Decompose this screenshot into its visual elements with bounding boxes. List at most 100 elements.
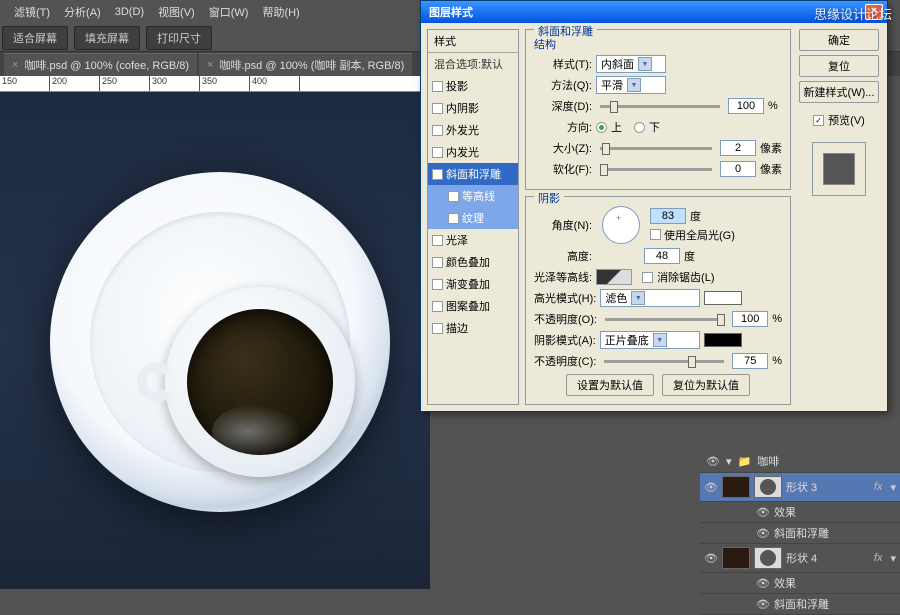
liquid-reflection bbox=[212, 404, 302, 459]
menu-view[interactable]: 视图(V) bbox=[152, 1, 201, 23]
checkbox-icon[interactable] bbox=[432, 279, 443, 290]
print-size-button[interactable]: 打印尺寸 bbox=[146, 26, 212, 50]
tab-document-1[interactable]: ×咖啡.psd @ 100% (cofee, RGB/8) bbox=[4, 53, 197, 76]
angle-dial[interactable] bbox=[602, 206, 640, 244]
style-color-overlay[interactable]: 颜色叠加 bbox=[428, 251, 518, 273]
layer-row-shape4[interactable]: 👁 形状 4 fx▾ bbox=[700, 544, 900, 573]
soften-input[interactable] bbox=[720, 161, 756, 177]
depth-label: 深度(D): bbox=[534, 98, 592, 114]
set-default-button[interactable]: 设置为默认值 bbox=[566, 374, 654, 396]
bevel-style-select[interactable]: 内斜面▼ bbox=[596, 55, 666, 73]
style-satin[interactable]: 光泽 bbox=[428, 229, 518, 251]
checkbox-icon[interactable] bbox=[432, 103, 443, 114]
coffee-cup-shape bbox=[165, 287, 355, 477]
checkbox-icon[interactable] bbox=[432, 257, 443, 268]
highlight-opacity-input[interactable] bbox=[732, 311, 768, 327]
chevron-down-icon[interactable]: ▾ bbox=[890, 481, 896, 494]
checkbox-icon[interactable] bbox=[432, 147, 443, 158]
layer-folder[interactable]: 👁 ▾ 📁 咖啡 bbox=[700, 450, 900, 473]
size-label: 大小(Z): bbox=[534, 140, 592, 156]
checkbox-icon[interactable] bbox=[432, 81, 443, 92]
effect-row[interactable]: 👁效果 bbox=[700, 502, 900, 523]
checkbox-icon[interactable] bbox=[448, 191, 459, 202]
chevron-down-icon[interactable]: ▾ bbox=[726, 455, 732, 468]
soften-slider[interactable] bbox=[600, 168, 712, 171]
checkbox-icon[interactable] bbox=[432, 125, 443, 136]
visibility-icon[interactable]: 👁 bbox=[756, 506, 770, 519]
checkbox-icon[interactable] bbox=[432, 323, 443, 334]
visibility-icon[interactable]: 👁 bbox=[706, 455, 720, 468]
fit-screen-button[interactable]: 适合屏幕 bbox=[2, 26, 68, 50]
menu-analysis[interactable]: 分析(A) bbox=[58, 1, 107, 23]
direction-down-radio[interactable] bbox=[634, 122, 645, 133]
menu-help[interactable]: 帮助(H) bbox=[256, 1, 305, 23]
visibility-icon[interactable]: 👁 bbox=[704, 552, 718, 565]
visibility-icon[interactable]: 👁 bbox=[756, 577, 770, 590]
style-bevel-emboss[interactable]: ✓斜面和浮雕 bbox=[428, 163, 518, 185]
depth-slider[interactable] bbox=[600, 105, 720, 108]
depth-input[interactable] bbox=[728, 98, 764, 114]
cancel-button[interactable]: 复位 bbox=[799, 55, 879, 77]
shadow-opacity-input[interactable] bbox=[732, 353, 768, 369]
global-light-checkbox[interactable] bbox=[650, 229, 661, 240]
style-drop-shadow[interactable]: 投影 bbox=[428, 75, 518, 97]
style-pattern-overlay[interactable]: 图案叠加 bbox=[428, 295, 518, 317]
menu-filter[interactable]: 滤镜(T) bbox=[8, 1, 56, 23]
fx-badge[interactable]: fx bbox=[874, 481, 883, 493]
style-texture[interactable]: 纹理 bbox=[428, 207, 518, 229]
shadow-color-swatch[interactable] bbox=[704, 333, 742, 347]
layer-row-shape3[interactable]: 👁 形状 3 fx▾ bbox=[700, 473, 900, 502]
layers-panel: 👁 ▾ 📁 咖啡 👁 形状 3 fx▾ 👁效果 👁斜面和浮雕 👁 形状 4 fx… bbox=[700, 450, 900, 615]
shadow-opacity-slider[interactable] bbox=[604, 360, 724, 363]
style-inner-shadow[interactable]: 内阴影 bbox=[428, 97, 518, 119]
menu-window[interactable]: 窗口(W) bbox=[203, 1, 255, 23]
checkbox-icon[interactable] bbox=[432, 235, 443, 246]
size-input[interactable] bbox=[720, 140, 756, 156]
style-stroke[interactable]: 描边 bbox=[428, 317, 518, 339]
checkbox-icon[interactable] bbox=[432, 301, 443, 312]
layer-mask bbox=[754, 476, 782, 498]
coffee-liquid bbox=[187, 309, 333, 455]
style-outer-glow[interactable]: 外发光 bbox=[428, 119, 518, 141]
reset-default-button[interactable]: 复位为默认值 bbox=[662, 374, 750, 396]
highlight-mode-select[interactable]: 滤色▼ bbox=[600, 289, 700, 307]
highlight-opacity-slider[interactable] bbox=[605, 318, 724, 321]
highlight-mode-label: 高光模式(H): bbox=[534, 290, 596, 306]
style-gradient-overlay[interactable]: 渐变叠加 bbox=[428, 273, 518, 295]
shadow-mode-select[interactable]: 正片叠底▼ bbox=[600, 331, 700, 349]
menu-3d[interactable]: 3D(D) bbox=[109, 3, 150, 21]
style-inner-glow[interactable]: 内发光 bbox=[428, 141, 518, 163]
technique-select[interactable]: 平滑▼ bbox=[596, 76, 666, 94]
shadow-opacity-label: 不透明度(C): bbox=[534, 353, 596, 369]
style-contour[interactable]: 等高线 bbox=[428, 185, 518, 207]
effect-row[interactable]: 👁效果 bbox=[700, 573, 900, 594]
size-slider[interactable] bbox=[600, 147, 712, 150]
effect-bevel[interactable]: 👁斜面和浮雕 bbox=[700, 523, 900, 544]
visibility-icon[interactable]: 👁 bbox=[756, 527, 770, 540]
blending-options[interactable]: 混合选项:默认 bbox=[428, 53, 518, 75]
antialias-checkbox[interactable] bbox=[642, 272, 653, 283]
folder-icon: 📁 bbox=[738, 455, 752, 468]
visibility-icon[interactable]: 👁 bbox=[704, 481, 718, 494]
close-icon[interactable]: × bbox=[12, 59, 18, 71]
direction-up-radio[interactable] bbox=[596, 122, 607, 133]
gloss-contour-picker[interactable] bbox=[596, 269, 632, 285]
document-canvas[interactable] bbox=[0, 92, 430, 589]
altitude-input[interactable] bbox=[644, 248, 680, 264]
fx-badge[interactable]: fx bbox=[874, 552, 883, 564]
ok-button[interactable]: 确定 bbox=[799, 29, 879, 51]
angle-input[interactable] bbox=[650, 208, 686, 224]
fill-screen-button[interactable]: 填充屏幕 bbox=[74, 26, 140, 50]
checkbox-icon[interactable] bbox=[448, 213, 459, 224]
highlight-color-swatch[interactable] bbox=[704, 291, 742, 305]
tab-document-2[interactable]: ×咖啡.psd @ 100% (咖啡 副本, RGB/8) bbox=[199, 53, 412, 76]
effect-bevel[interactable]: 👁斜面和浮雕 bbox=[700, 594, 900, 615]
close-icon[interactable]: × bbox=[207, 59, 213, 71]
layer-mask bbox=[754, 547, 782, 569]
technique-label: 方法(Q): bbox=[534, 77, 592, 93]
chevron-down-icon[interactable]: ▾ bbox=[890, 552, 896, 565]
checkbox-icon[interactable]: ✓ bbox=[432, 169, 443, 180]
preview-checkbox[interactable]: ✓ bbox=[813, 115, 824, 126]
visibility-icon[interactable]: 👁 bbox=[756, 598, 770, 611]
new-style-button[interactable]: 新建样式(W)... bbox=[799, 81, 879, 103]
